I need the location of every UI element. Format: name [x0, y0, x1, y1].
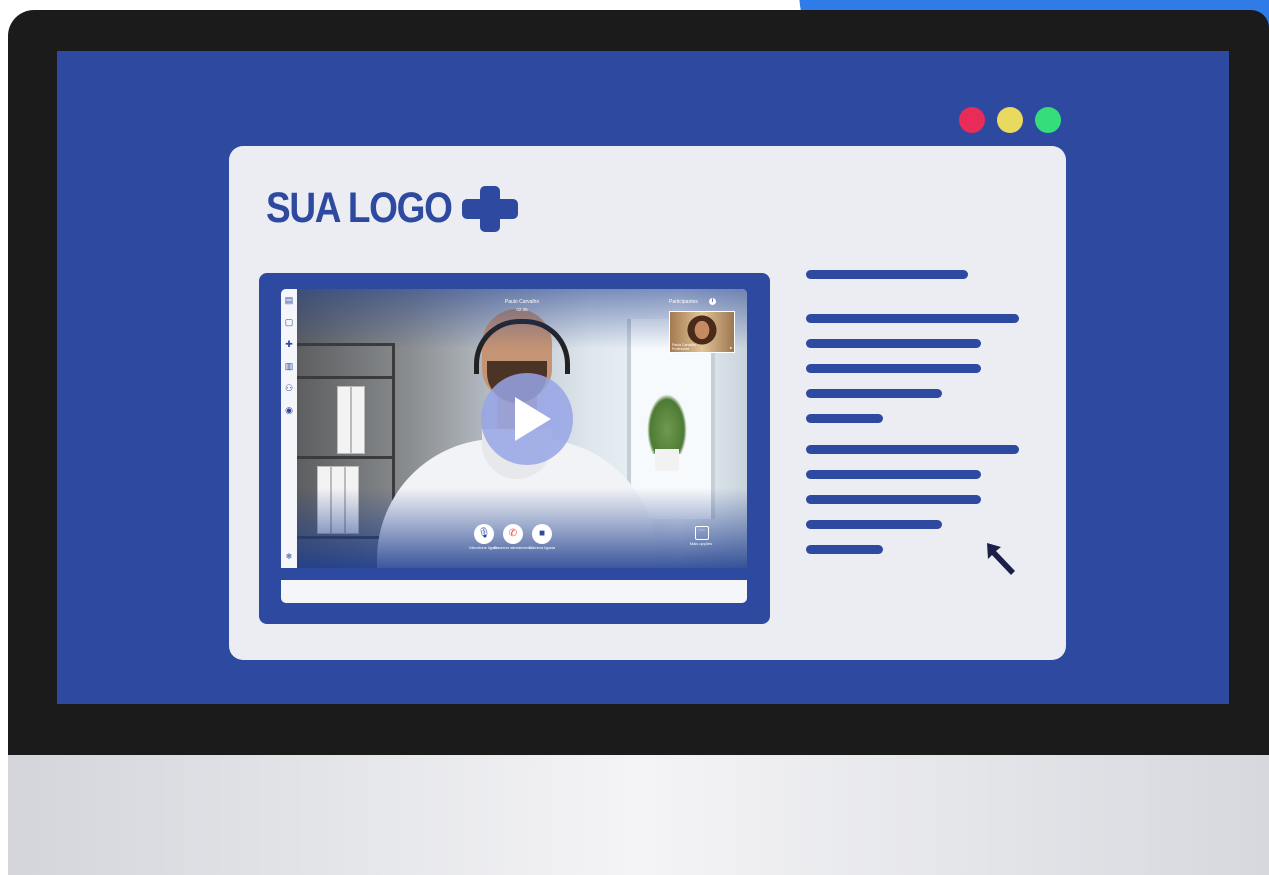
close-dot[interactable]	[959, 107, 985, 133]
monitor-screen: SUA LOGO ▤ ▢ ✚ ▥ ⚇ ◉ ❄ Paulo Carvalho 02…	[57, 51, 1229, 704]
participant-thumbnail[interactable]: Paula Carvalho Professora ●	[669, 311, 735, 353]
play-icon	[515, 397, 551, 441]
medical-cross-icon	[461, 185, 518, 232]
camera-icon: ■	[538, 528, 546, 539]
monitor-chin	[8, 755, 1269, 875]
app-sidebar: ▤ ▢ ✚ ▥ ⚇ ◉ ❄	[281, 289, 297, 568]
text-line	[806, 470, 981, 479]
text-line	[806, 414, 883, 423]
bottom-overlay	[297, 488, 747, 568]
maximize-dot[interactable]	[1035, 107, 1061, 133]
medical-plus-icon[interactable]: ✚	[284, 339, 294, 349]
text-line	[806, 314, 1019, 323]
logo-text: SUA LOGO	[266, 184, 453, 232]
chat-icon[interactable]: ▢	[284, 317, 294, 327]
play-button[interactable]	[481, 373, 573, 465]
clipboard-icon[interactable]: ▤	[284, 295, 294, 305]
player-bar	[281, 568, 747, 580]
text-line	[806, 495, 981, 504]
info-icon[interactable]: i	[709, 298, 716, 305]
more-options-label: Mais opções	[689, 541, 713, 546]
video-feed[interactable]: Paulo Carvalho 02:35 Participantes i Pau…	[297, 289, 747, 568]
video-player: ▤ ▢ ✚ ▥ ⚇ ◉ ❄ Paulo Carvalho 02:35 Parti…	[259, 273, 770, 624]
snowflake-icon: ❄	[285, 552, 293, 561]
telemedicine-app: ▤ ▢ ✚ ▥ ⚇ ◉ ❄ Paulo Carvalho 02:35 Parti…	[281, 289, 747, 603]
text-line	[806, 520, 942, 529]
more-options-icon[interactable]: ⋯	[695, 526, 709, 540]
camera-label: Câmera ligada	[528, 545, 555, 550]
record-icon[interactable]: ◉	[284, 405, 294, 415]
text-line	[806, 389, 942, 398]
pip-mic-icon: ●	[729, 345, 732, 350]
mouse-pointer-icon	[987, 543, 1015, 575]
hangup-button[interactable]: ✆	[503, 524, 523, 544]
add-user-icon[interactable]: ⚇	[284, 383, 294, 393]
text-line	[806, 364, 981, 373]
participants-label[interactable]: Participantes	[669, 299, 698, 305]
monitor-frame: SUA LOGO ▤ ▢ ✚ ▥ ⚇ ◉ ❄ Paulo Carvalho 02…	[8, 10, 1269, 875]
logo[interactable]: SUA LOGO	[266, 184, 518, 233]
minimize-dot[interactable]	[997, 107, 1023, 133]
text-line	[806, 445, 1019, 454]
phone-hangup-icon: ✆	[508, 528, 518, 539]
background-plant	[647, 394, 687, 454]
browser-window: SUA LOGO ▤ ▢ ✚ ▥ ⚇ ◉ ❄ Paulo Carvalho 02…	[229, 146, 1066, 660]
pip-role: Professora	[672, 347, 689, 351]
document-icon[interactable]: ▥	[284, 361, 294, 371]
microphone-icon: 🎙︎	[477, 528, 491, 539]
text-line	[806, 270, 968, 279]
pip-caption: Paula Carvalho Professora	[672, 343, 696, 351]
plant-pot	[655, 449, 679, 471]
text-line	[806, 339, 981, 348]
microphone-button[interactable]: 🎙︎	[474, 524, 494, 544]
text-line	[806, 545, 883, 554]
window-controls	[959, 107, 1061, 133]
camera-button[interactable]: ■	[532, 524, 552, 544]
